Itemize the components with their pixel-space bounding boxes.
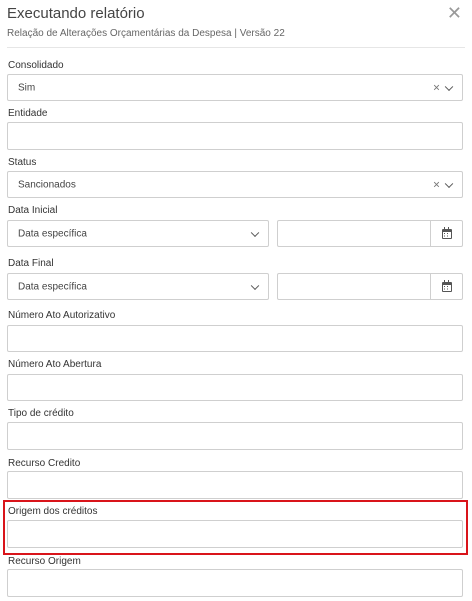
clear-icon[interactable]: × xyxy=(433,80,440,94)
data-inicial-mode-select[interactable]: Data específica xyxy=(7,220,269,247)
data-final-mode-value: Data específica xyxy=(18,281,87,292)
dialog-subtitle: Relação de Alterações Orçamentárias da D… xyxy=(7,28,285,39)
tipo-credito-input[interactable] xyxy=(7,422,463,450)
numero-ato-abertura-input[interactable] xyxy=(7,374,463,401)
numero-ato-autorizativo-input[interactable] xyxy=(7,325,463,352)
data-final-label: Data Final xyxy=(8,258,54,269)
recurso-origem-input[interactable] xyxy=(7,569,463,597)
dialog-title: Executando relatório xyxy=(7,5,145,22)
numero-ato-abertura-label: Número Ato Abertura xyxy=(8,359,102,370)
chevron-down-icon[interactable] xyxy=(250,228,260,237)
recurso-credito-label: Recurso Credito xyxy=(8,458,81,469)
data-final-date-input[interactable] xyxy=(277,273,463,300)
recurso-origem-label: Recurso Origem xyxy=(8,556,81,567)
tipo-credito-label: Tipo de crédito xyxy=(8,408,74,419)
numero-ato-autorizativo-label: Número Ato Autorizativo xyxy=(8,310,116,321)
consolidado-label: Consolidado xyxy=(8,60,64,71)
recurso-credito-input[interactable] xyxy=(7,471,463,499)
close-icon[interactable]: ✕ xyxy=(447,4,462,22)
chevron-down-icon[interactable] xyxy=(444,82,454,91)
origem-creditos-input[interactable] xyxy=(7,520,463,548)
entidade-label: Entidade xyxy=(8,108,48,119)
data-final-mode-select[interactable]: Data específica xyxy=(7,273,269,300)
clear-icon[interactable]: × xyxy=(433,177,440,191)
dialog-header: Executando relatório Relação de Alteraçõ… xyxy=(7,4,465,48)
status-label: Status xyxy=(8,157,37,168)
consolidado-select[interactable]: Sim × xyxy=(7,74,463,101)
data-inicial-date-input[interactable] xyxy=(277,220,463,247)
calendar-icon xyxy=(441,226,452,239)
calendar-button[interactable] xyxy=(430,274,462,299)
status-value: Sancionados xyxy=(18,179,76,190)
calendar-icon xyxy=(441,279,452,292)
calendar-button[interactable] xyxy=(430,221,462,246)
status-select[interactable]: Sancionados × xyxy=(7,171,463,198)
chevron-down-icon[interactable] xyxy=(250,281,260,290)
chevron-down-icon[interactable] xyxy=(444,179,454,188)
origem-creditos-label: Origem dos créditos xyxy=(8,506,98,517)
entidade-input[interactable] xyxy=(7,122,463,150)
consolidado-value: Sim xyxy=(18,82,36,93)
data-inicial-mode-value: Data específica xyxy=(18,228,87,239)
data-inicial-label: Data Inicial xyxy=(8,205,58,216)
